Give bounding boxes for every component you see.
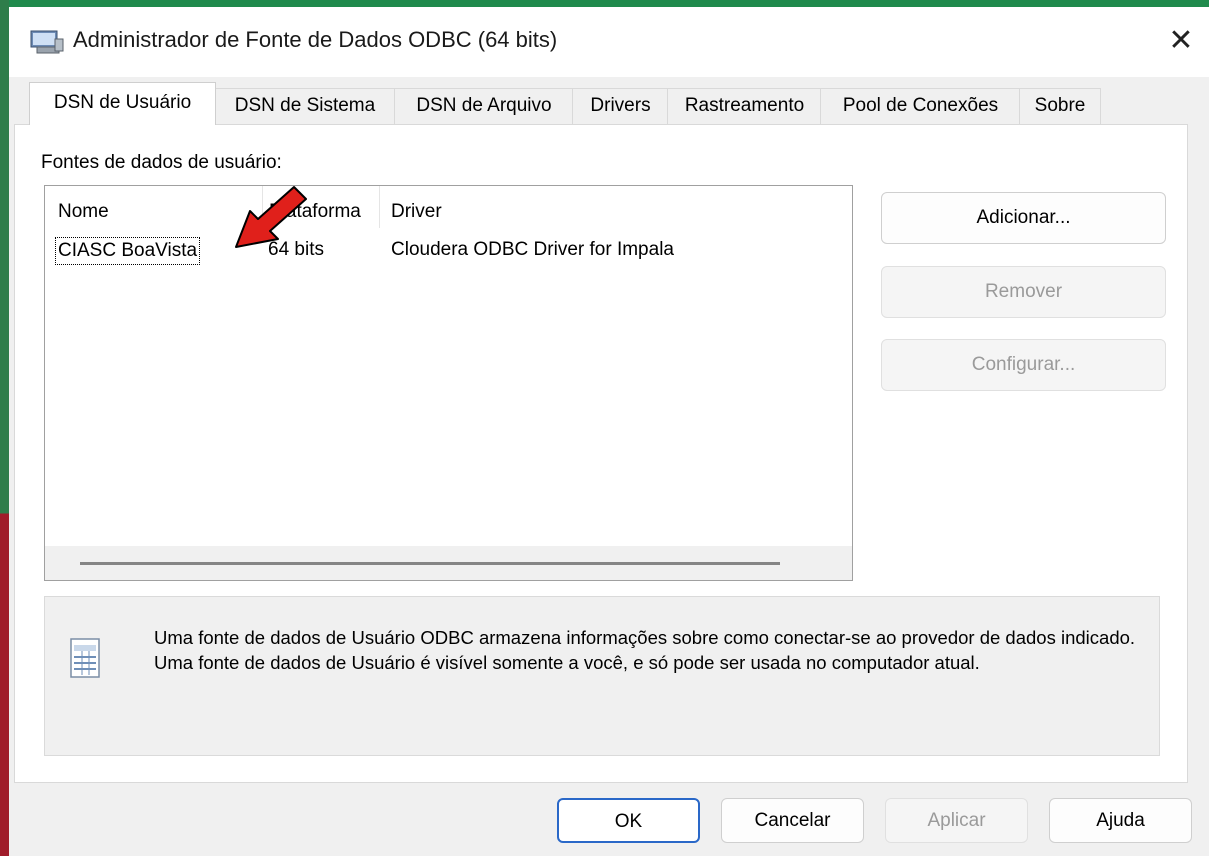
- apply-button[interactable]: Aplicar: [885, 798, 1028, 843]
- dsn-driver-cell: Cloudera ODBC Driver for Impala: [391, 239, 674, 260]
- list-header: Nome Plataforma Driver: [45, 186, 852, 228]
- tab-tracing[interactable]: Rastreamento: [667, 88, 822, 125]
- tab-file-dsn[interactable]: DSN de Arquivo: [394, 88, 574, 125]
- scrollbar-thumb[interactable]: [80, 562, 780, 565]
- tab-about[interactable]: Sobre: [1019, 88, 1101, 125]
- add-button[interactable]: Adicionar...: [881, 192, 1166, 244]
- title-bar[interactable]: Administrador de Fonte de Dados ODBC (64…: [9, 7, 1209, 77]
- tab-drivers[interactable]: Drivers: [572, 88, 669, 125]
- dsn-list[interactable]: Nome Plataforma Driver CIASC BoaVista 64…: [44, 185, 853, 581]
- ok-button[interactable]: OK: [557, 798, 700, 843]
- help-button[interactable]: Ajuda: [1049, 798, 1192, 843]
- close-icon[interactable]: ✕: [1161, 21, 1201, 61]
- tab-user-dsn[interactable]: DSN de Usuário: [29, 82, 216, 125]
- horizontal-scrollbar[interactable]: [45, 546, 852, 580]
- tab-system-dsn[interactable]: DSN de Sistema: [214, 88, 396, 125]
- info-box: Uma fonte de dados de Usuário ODBC armaz…: [44, 596, 1160, 756]
- odbc-admin-icon: [30, 30, 64, 54]
- dsn-name-cell[interactable]: CIASC BoaVista: [55, 237, 201, 265]
- column-header-name[interactable]: Nome: [58, 201, 109, 223]
- column-separator[interactable]: [379, 186, 380, 228]
- remove-button[interactable]: Remover: [881, 266, 1166, 318]
- configure-button[interactable]: Configurar...: [881, 339, 1166, 391]
- data-source-icon: [70, 638, 100, 678]
- info-description: Uma fonte de dados de Usuário ODBC armaz…: [154, 627, 1136, 673]
- red-arrow-annotation: [235, 186, 307, 248]
- background-edge-left: [0, 0, 9, 856]
- tab-connection-pooling[interactable]: Pool de Conexões: [820, 88, 1021, 125]
- background-edge-top: [0, 0, 1209, 7]
- cancel-button[interactable]: Cancelar: [721, 798, 864, 843]
- column-header-driver[interactable]: Driver: [391, 201, 442, 223]
- window-title: Administrador de Fonte de Dados ODBC (64…: [73, 27, 558, 52]
- user-dsn-group-label: Fontes de dados de usuário:: [41, 152, 282, 173]
